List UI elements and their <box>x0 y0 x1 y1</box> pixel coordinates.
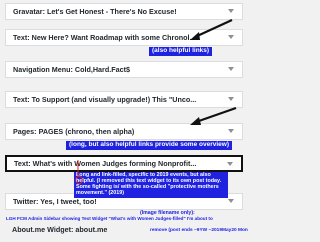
arrow-icon <box>190 106 237 125</box>
annotation-overlay <box>75 19 237 185</box>
arrow-icon <box>190 19 233 40</box>
circle-highlight <box>75 175 83 185</box>
